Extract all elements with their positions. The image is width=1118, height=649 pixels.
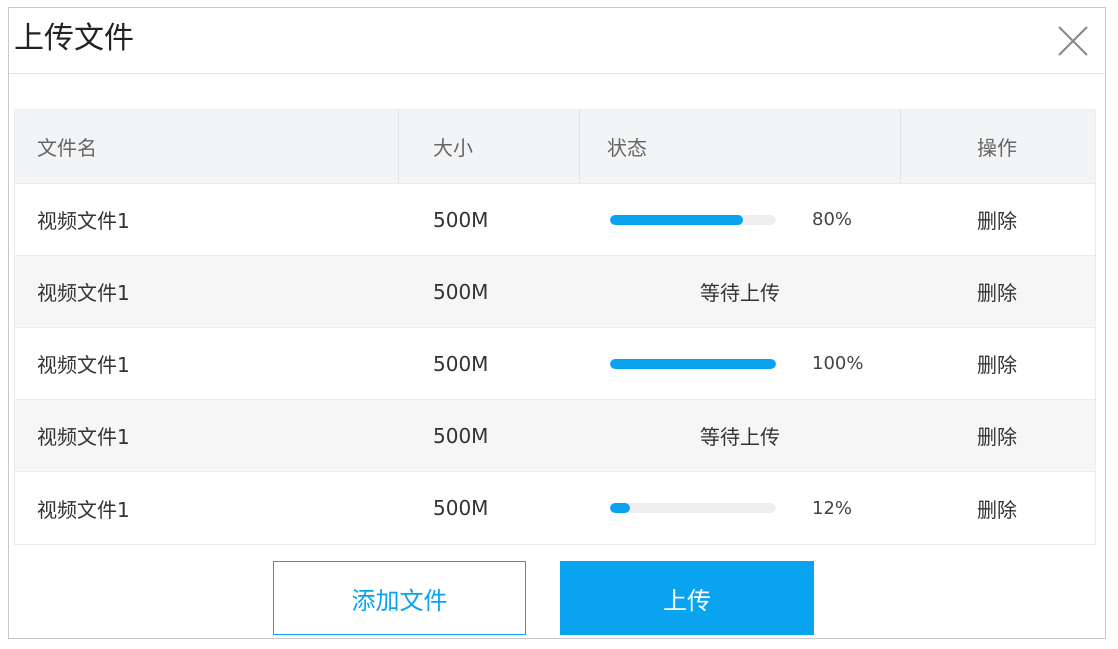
progress-percent: 80% — [812, 209, 853, 230]
column-header-action: 操作 — [977, 136, 1017, 160]
file-size: 500M — [433, 496, 489, 520]
file-size: 500M — [433, 279, 489, 304]
upload-status: 12% — [580, 472, 900, 544]
upload-status: 等待上传 — [580, 400, 900, 471]
upload-button[interactable]: 上传 — [560, 561, 814, 635]
dialog-header: 上传文件 — [9, 8, 1105, 74]
file-size: 500M — [433, 423, 489, 448]
table-row: 视频文件1 500M 100% 删除 — [15, 328, 1095, 400]
progress-percent: 100% — [812, 353, 864, 374]
table-row: 视频文件1 500M 等待上传 删除 — [15, 400, 1095, 472]
progress-bar — [610, 503, 776, 513]
table-row: 视频文件1 500M 80% 删除 — [15, 184, 1095, 256]
upload-status: 等待上传 — [580, 256, 900, 327]
table-row: 视频文件1 500M 12% 删除 — [15, 472, 1095, 544]
status-text: 等待上传 — [700, 425, 780, 449]
file-name: 视频文件1 — [37, 353, 130, 377]
progress-fill — [610, 214, 743, 225]
upload-status: 100% — [580, 328, 900, 399]
status-text: 等待上传 — [700, 281, 780, 305]
dialog-title: 上传文件 — [14, 21, 134, 56]
delete-link[interactable]: 删除 — [977, 400, 1017, 471]
file-size: 500M — [433, 207, 489, 232]
progress-fill — [610, 503, 630, 513]
progress-bar — [610, 214, 776, 225]
table-header-row: 文件名 大小 状态 操作 — [15, 110, 1095, 184]
table-row: 视频文件1 500M 等待上传 删除 — [15, 256, 1095, 328]
progress-fill — [610, 358, 776, 369]
file-name: 视频文件1 — [37, 281, 130, 305]
column-header-name: 文件名 — [37, 136, 97, 160]
progress-percent: 12% — [812, 497, 853, 519]
file-size: 500M — [433, 351, 489, 376]
upload-status: 80% — [580, 184, 900, 255]
delete-link[interactable]: 删除 — [977, 328, 1017, 399]
file-table: 文件名 大小 状态 操作 视频文件1 500M 80% 删除 视频文件1 500M 等待上传… — [14, 109, 1096, 545]
upload-dialog: 上传文件 文件名 大小 状态 操作 视频文件1 500M 80% 删除 视频文件1 500… — [8, 7, 1106, 639]
close-icon[interactable] — [1055, 23, 1091, 59]
delete-link[interactable]: 删除 — [977, 472, 1017, 544]
add-file-button[interactable]: 添加文件 — [273, 561, 526, 635]
file-name: 视频文件1 — [37, 209, 130, 233]
column-header-status: 状态 — [607, 136, 647, 160]
column-divider — [900, 110, 901, 183]
file-name: 视频文件1 — [37, 425, 130, 449]
delete-link[interactable]: 删除 — [977, 184, 1017, 255]
progress-bar — [610, 358, 776, 369]
column-divider — [398, 110, 399, 183]
file-name: 视频文件1 — [37, 497, 130, 522]
column-divider — [579, 110, 580, 183]
delete-link[interactable]: 删除 — [977, 256, 1017, 327]
column-header-size: 大小 — [433, 136, 473, 160]
